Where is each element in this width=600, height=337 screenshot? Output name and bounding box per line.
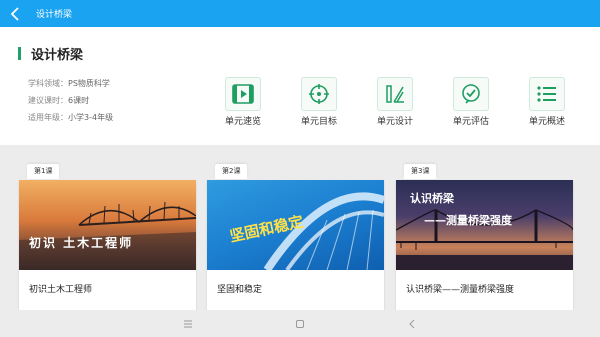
- lesson-image: 认识桥梁 ——测量桥梁强度: [396, 180, 573, 270]
- unit-assessment-button[interactable]: 单元评估: [433, 77, 509, 127]
- unit-label: 单元评估: [452, 117, 489, 127]
- lesson-card-3[interactable]: 第3课 认识桥梁 ——测量桥梁强度 认识桥梁——测量桥梁强度: [396, 164, 573, 315]
- lesson-image-caption-bottom: ——测量桥梁强度: [424, 214, 512, 227]
- title-accent-bar: [18, 47, 21, 60]
- lesson-card-2[interactable]: 第2课 坚固和稳定 坚固和稳定: [207, 164, 384, 315]
- meta-hours-value: 6课时: [68, 96, 90, 105]
- meta-grade-label: 适用年级：: [28, 113, 68, 122]
- unit-header: 设计桥梁 学科领域：PS物质科学 建议课时：6课时 适用年级：小学3-4年级 单…: [0, 27, 600, 145]
- app-bar-title: 设计桥梁: [36, 10, 73, 20]
- lesson-title: 初识土木工程师: [29, 285, 93, 295]
- unit-summary-button[interactable]: 单元概述: [509, 77, 585, 127]
- chevron-left-icon: [10, 6, 19, 21]
- nav-back-button[interactable]: [406, 318, 418, 330]
- list-icon: [529, 77, 565, 111]
- unit-shortcuts: 单元速览 单元目标 单元设计 单元评估 单元概述: [205, 77, 585, 127]
- top-app-bar: 设计桥梁: [0, 0, 600, 27]
- back-button[interactable]: [0, 0, 30, 27]
- home-button[interactable]: [294, 318, 306, 330]
- meta-grade-value: 小学3-4年级: [68, 113, 114, 122]
- bridge-illustration: [19, 201, 196, 270]
- meta-subject: 学科领域：PS物质科学: [28, 75, 113, 92]
- unit-label: 单元速览: [224, 117, 261, 127]
- home-square-icon: [296, 319, 304, 328]
- meta-hours: 建议课时：6课时: [28, 92, 113, 109]
- page-title-row: 设计桥梁: [18, 44, 83, 63]
- unit-design-button[interactable]: 单元设计: [357, 77, 433, 127]
- lesson-tag: 第1课: [27, 164, 60, 179]
- nav-back-icon: [409, 319, 415, 328]
- lesson-tag: 第2课: [215, 164, 248, 179]
- unit-goals-button[interactable]: 单元目标: [281, 77, 357, 127]
- lesson-title: 认识桥梁——测量桥梁强度: [406, 285, 515, 295]
- meta-subject-label: 学科领域：: [28, 79, 68, 88]
- check-bubble-icon: [453, 77, 489, 111]
- unit-label: 单元目标: [300, 117, 337, 127]
- unit-meta: 学科领域：PS物质科学 建议课时：6课时 适用年级：小学3-4年级: [28, 75, 113, 126]
- unit-label: 单元设计: [376, 117, 413, 127]
- lesson-tag: 第3课: [404, 164, 437, 179]
- unit-label: 单元概述: [528, 117, 565, 127]
- lesson-image: 初识 土木工程师: [19, 180, 196, 270]
- lesson-title: 坚固和稳定: [217, 285, 263, 295]
- system-nav-bar: [0, 310, 600, 337]
- menu-button[interactable]: [182, 318, 194, 330]
- meta-subject-value: PS物质科学: [68, 79, 110, 88]
- lesson-image-caption-top: 认识桥梁: [410, 192, 454, 205]
- menu-icon: [184, 320, 192, 327]
- lesson-cards: 第1课 初识 土木工程师 初识土木工程师 第2课 坚固和稳定 坚固和稳定 第3课: [0, 145, 600, 315]
- page-title: 设计桥梁: [31, 48, 84, 63]
- film-icon: [225, 77, 261, 111]
- design-tools-icon: [377, 77, 413, 111]
- target-icon: [301, 77, 337, 111]
- lesson-image-caption: 初识 土木工程师: [29, 236, 134, 250]
- lesson-image: 坚固和稳定: [207, 180, 384, 270]
- lesson-card-1[interactable]: 第1课 初识 土木工程师 初识土木工程师: [19, 164, 196, 315]
- unit-overview-button[interactable]: 单元速览: [205, 77, 281, 127]
- meta-hours-label: 建议课时：: [28, 96, 68, 105]
- meta-grade: 适用年级：小学3-4年级: [28, 109, 113, 126]
